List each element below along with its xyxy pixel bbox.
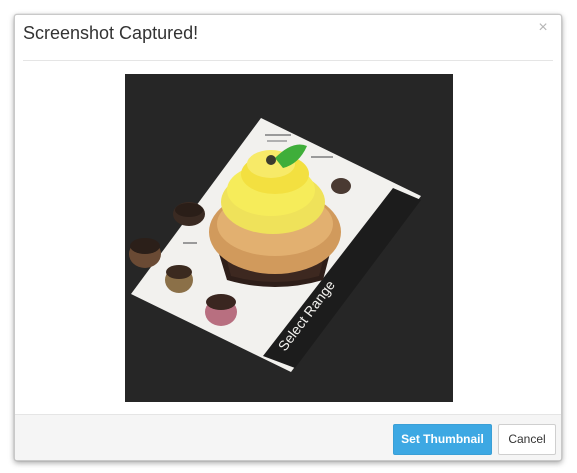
dialog-body: Select Range — [15, 61, 561, 415]
set-thumbnail-button[interactable]: Set Thumbnail — [393, 424, 492, 455]
dialog-header: Screenshot Captured! × — [15, 15, 561, 61]
screenshot-dialog: Screenshot Captured! × Select Range Set … — [14, 14, 562, 461]
cancel-button[interactable]: Cancel — [498, 424, 556, 455]
dialog-footer: Set Thumbnail Cancel — [15, 414, 561, 460]
close-icon[interactable]: × — [535, 20, 551, 36]
cupcake-photo: Select Range — [125, 74, 453, 402]
screenshot-preview-image: Select Range — [125, 74, 453, 402]
dialog-title: Screenshot Captured! — [23, 23, 199, 43]
